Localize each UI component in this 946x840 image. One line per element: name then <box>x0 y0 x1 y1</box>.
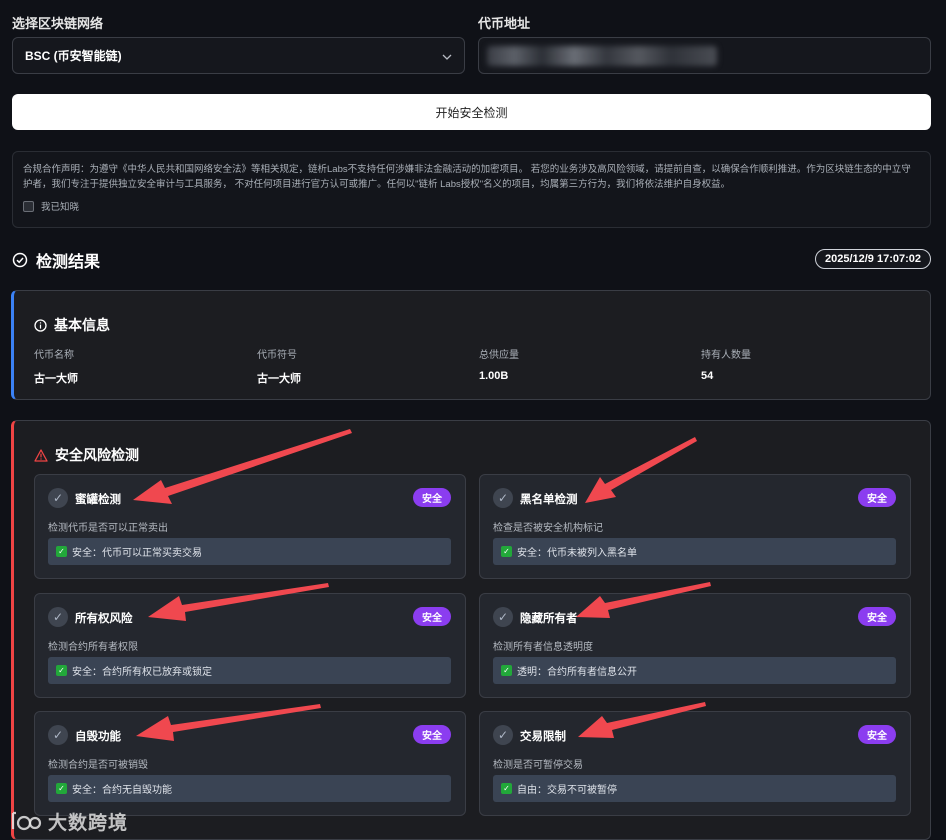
token-address-input[interactable] <box>478 37 931 74</box>
check-card-selfdestruct: ✓ 自毁功能 安全 检测合约是否可被销毁 ✓ 安全：合约无自毁功能 <box>34 711 466 816</box>
check-result-text: 透明：合约所有者信息公开 <box>517 667 637 678</box>
info-token-symbol: 代币符号 古一大师 <box>257 346 301 386</box>
basic-info-panel: 基本信息 代币名称 古一大师 代币符号 古一大师 总供应量 1.00B 持有人数… <box>11 290 931 400</box>
check-desc: 检测合约是否可被销毁 <box>48 760 148 771</box>
check-title: 交易限制 <box>520 731 566 743</box>
info-value: 54 <box>701 370 714 382</box>
check-icon: ✓ <box>493 488 513 508</box>
check-desc: 检测合约所有者权限 <box>48 642 138 653</box>
redacted-address <box>487 46 717 66</box>
network-label: 选择区块链网络 <box>12 16 104 31</box>
info-icon <box>34 318 47 332</box>
check-result: ✓ 自由：交易不可被暂停 <box>493 775 896 802</box>
compliance-notice: 合规合作声明：为遵守《中华人民共和国网络安全法》等相关规定，链析Labs不支持任… <box>12 151 931 228</box>
check-result-text: 安全：代币未被列入黑名单 <box>517 548 637 559</box>
check-card-honeypot: ✓ 蜜罐检测 安全 检测代币是否可以正常卖出 ✓ 安全：代币可以正常买卖交易 <box>34 474 466 579</box>
warning-icon <box>34 448 48 462</box>
check-result: ✓ 安全：合约所有权已放弃或锁定 <box>48 657 451 684</box>
watermark-text: 大数跨境 <box>48 813 129 834</box>
check-title: 隐藏所有者 <box>520 613 578 625</box>
ack-label: 我已知晓 <box>41 202 80 213</box>
check-title: 自毁功能 <box>75 731 121 743</box>
status-badge: 安全 <box>858 488 896 507</box>
info-key: 代币名称 <box>34 350 74 361</box>
check-icon: ✓ <box>48 725 68 745</box>
basic-info-title-text: 基本信息 <box>54 317 110 333</box>
status-badge: 安全 <box>858 607 896 626</box>
risk-panel: 安全风险检测 ✓ 蜜罐检测 安全 检测代币是否可以正常卖出 ✓ 安全：代币可以正常… <box>11 420 931 840</box>
check-desc: 检查是否被安全机构标记 <box>493 523 603 534</box>
info-total-supply: 总供应量 1.00B <box>479 346 519 382</box>
check-desc: 检测代币是否可以正常卖出 <box>48 523 168 534</box>
start-check-button[interactable]: 开始安全检测 <box>12 94 931 130</box>
check-circle-icon <box>12 252 28 268</box>
check-title: 所有权风险 <box>75 613 133 625</box>
green-check-icon: ✓ <box>56 665 67 676</box>
check-result: ✓ 透明：合约所有者信息公开 <box>493 657 896 684</box>
status-badge: 安全 <box>413 725 451 744</box>
info-holder-count: 持有人数量 54 <box>701 346 751 382</box>
notice-text: 合规合作声明：为遵守《中华人民共和国网络安全法》等相关规定，链析Labs不支持任… <box>23 164 911 190</box>
green-check-icon: ✓ <box>501 665 512 676</box>
check-card-trade-restriction: ✓ 交易限制 安全 检测是否可暂停交易 ✓ 自由：交易不可被暂停 <box>479 711 911 816</box>
address-label: 代币地址 <box>478 16 531 31</box>
chevron-down-icon <box>442 49 452 63</box>
status-badge: 安全 <box>413 607 451 626</box>
check-result: ✓ 安全：代币未被列入黑名单 <box>493 538 896 565</box>
check-title: 黑名单检测 <box>520 494 578 506</box>
network-select[interactable]: BSC (币安智能链) <box>12 37 465 74</box>
check-card-blacklist: ✓ 黑名单检测 安全 检查是否被安全机构标记 ✓ 安全：代币未被列入黑名单 <box>479 474 911 579</box>
check-icon: ✓ <box>493 725 513 745</box>
watermark: 大数跨境 <box>10 808 128 835</box>
check-icon: ✓ <box>493 607 513 627</box>
check-result-text: 安全：合约所有权已放弃或锁定 <box>72 667 212 678</box>
timestamp-badge: 2025/12/9 17:07:02 <box>814 249 931 269</box>
results-title-text: 检测结果 <box>36 254 101 271</box>
check-result: ✓ 安全：代币可以正常买卖交易 <box>48 538 451 565</box>
info-value: 古一大师 <box>34 373 78 385</box>
check-result-text: 安全：代币可以正常买卖交易 <box>72 548 202 559</box>
info-token-name: 代币名称 古一大师 <box>34 346 78 386</box>
check-result: ✓ 安全：合约无自毁功能 <box>48 775 451 802</box>
green-check-icon: ✓ <box>56 546 67 557</box>
green-check-icon: ✓ <box>56 783 67 794</box>
check-icon: ✓ <box>48 607 68 627</box>
check-icon: ✓ <box>48 488 68 508</box>
check-result-text: 安全：合约无自毁功能 <box>72 785 172 796</box>
check-card-hidden-owner: ✓ 隐藏所有者 安全 检测所有者信息透明度 ✓ 透明：合约所有者信息公开 <box>479 593 911 698</box>
basic-info-title: 基本信息 <box>34 315 110 335</box>
check-desc: 检测是否可暂停交易 <box>493 760 583 771</box>
info-key: 代币符号 <box>257 350 297 361</box>
status-badge: 安全 <box>413 488 451 507</box>
green-check-icon: ✓ <box>501 783 512 794</box>
info-value: 古一大师 <box>257 373 301 385</box>
status-badge: 安全 <box>858 725 896 744</box>
info-key: 总供应量 <box>479 350 519 361</box>
check-desc: 检测所有者信息透明度 <box>493 642 593 653</box>
green-check-icon: ✓ <box>501 546 512 557</box>
check-title: 蜜罐检测 <box>75 494 121 506</box>
ack-checkbox[interactable] <box>23 200 34 212</box>
info-key: 持有人数量 <box>701 350 751 361</box>
results-title: 检测结果 <box>12 248 100 272</box>
check-result-text: 自由：交易不可被暂停 <box>517 785 617 796</box>
risk-title: 安全风险检测 <box>34 445 139 465</box>
risk-title-text: 安全风险检测 <box>55 447 139 463</box>
ack-checkbox-row[interactable]: 我已知晓 <box>23 199 920 213</box>
check-card-ownership: ✓ 所有权风险 安全 检测合约所有者权限 ✓ 安全：合约所有权已放弃或锁定 <box>34 593 466 698</box>
watermark-logo-icon <box>11 811 42 830</box>
network-select-value: BSC (币安智能链) <box>25 49 122 63</box>
info-value: 1.00B <box>479 370 509 382</box>
